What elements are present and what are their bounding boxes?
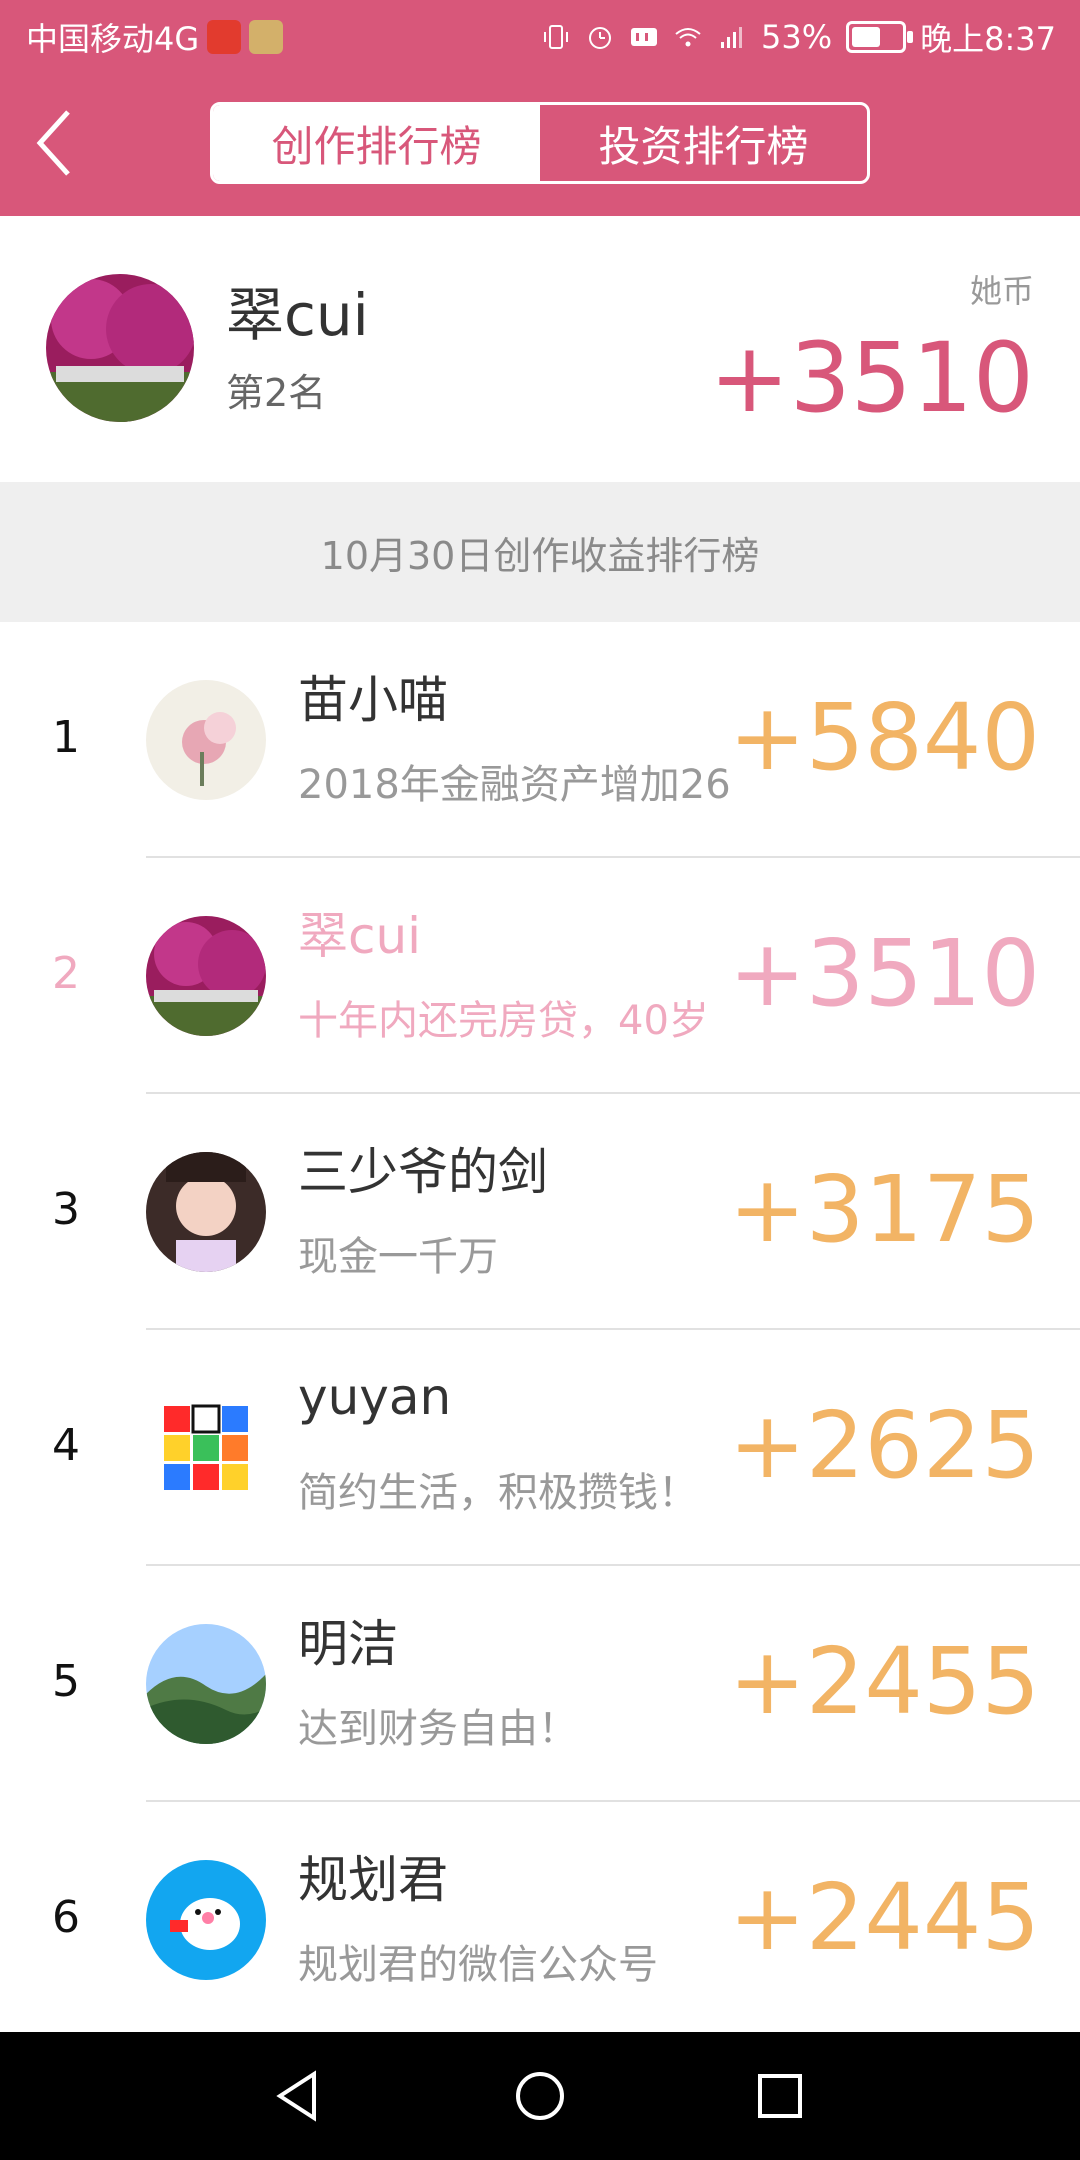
score: +2445: [728, 1864, 1040, 1971]
list-item[interactable]: 3 三少爷的剑 现金一千万 +3175: [0, 1094, 1080, 1330]
signal-icon: [721, 27, 742, 48]
vibrate-icon: [544, 25, 568, 49]
home-circle-icon[interactable]: [510, 2066, 570, 2126]
score: +3510: [728, 920, 1040, 1027]
alarm-icon: [589, 27, 611, 49]
ranking-list: 1 苗小喵 2018年金融资产增加26 +5840 2 翠cui 十年内还完房贷…: [0, 622, 1080, 2032]
list-item[interactable]: 4 yuyan 简约生活，积极攒钱！ +2625: [0, 1330, 1080, 1566]
score: +2455: [728, 1628, 1040, 1735]
avatar: [146, 1152, 266, 1272]
status-right: 53% 晚上8:37: [541, 14, 1056, 60]
user-name: 规划君: [298, 1851, 448, 1909]
news-app-icon: [207, 20, 242, 54]
recent-square-icon[interactable]: [750, 2066, 810, 2126]
user-name: 三少爷的剑: [298, 1143, 548, 1201]
list-item[interactable]: 2 翠cui 十年内还完房贷，40岁 +3510: [0, 858, 1080, 1094]
user-goal: 2018年金融资产增加26: [298, 762, 731, 808]
user-goal: 达到财务自由！: [298, 1706, 578, 1752]
top-bar: 中国移动4G 53% 晚上8:37 创作排行榜 投资排行榜: [0, 0, 1080, 216]
ranking-tabs: 创作排行榜 投资排行榜: [210, 102, 870, 184]
user-goal: 现金一千万: [298, 1234, 498, 1280]
carrier-text: 中国移动4G: [26, 20, 200, 58]
system-nav-bar: [0, 2032, 1080, 2160]
chevron-left-icon[interactable]: [34, 108, 74, 178]
avatar: [146, 916, 266, 1036]
user-name: yuyan: [298, 1368, 452, 1426]
currency-unit: 她币: [969, 272, 1034, 310]
user-goal: 十年内还完房贷，40岁: [298, 998, 709, 1044]
rank-index: 5: [52, 1656, 80, 1707]
tab-investment-ranking[interactable]: 投资排行榜: [540, 105, 867, 181]
user-name: 翠cui: [298, 907, 422, 965]
list-item[interactable]: 1 苗小喵 2018年金融资产增加26 +5840: [0, 622, 1080, 858]
my-rank-card: 翠cui 第2名 她币 +3510: [0, 216, 1080, 482]
user-goal: 规划君的微信公众号: [298, 1942, 658, 1988]
hd-icon: [631, 28, 657, 46]
avatar: [146, 1388, 266, 1508]
user-goal: 简约生活，积极攒钱！: [298, 1470, 698, 1516]
avatar[interactable]: [46, 274, 194, 422]
clock-text: 晚上8:37: [920, 20, 1056, 58]
rank-index: 2: [52, 948, 80, 999]
my-rank-text: 第2名: [226, 371, 327, 415]
status-bar: 中国移动4G 53% 晚上8:37: [0, 0, 1080, 74]
tab-creation-ranking[interactable]: 创作排行榜: [213, 105, 540, 181]
avatar: [146, 1860, 266, 1980]
status-left: 中国移动4G: [26, 14, 284, 60]
avatar: [146, 680, 266, 800]
rank-index: 3: [52, 1184, 80, 1235]
rank-index: 4: [52, 1420, 80, 1471]
back-triangle-icon[interactable]: [270, 2066, 330, 2126]
user-name: 苗小喵: [298, 671, 448, 729]
wifi-icon: [675, 28, 701, 47]
my-name: 翠cui: [226, 281, 369, 349]
section-title: 10月30日创作收益排行榜: [0, 482, 1080, 622]
app-badge-icon: [249, 20, 284, 54]
battery-percent: 53%: [761, 18, 833, 56]
list-item[interactable]: 6 规划君 规划君的微信公众号 +2445: [0, 1802, 1080, 2038]
user-name: 明洁: [298, 1615, 398, 1673]
score: +2625: [728, 1392, 1040, 1499]
my-score: +3510: [709, 322, 1034, 434]
avatar: [146, 1624, 266, 1744]
score: +5840: [728, 684, 1040, 791]
rank-index: 1: [52, 712, 80, 763]
score: +3175: [728, 1156, 1040, 1263]
battery-icon: [846, 21, 914, 53]
list-item[interactable]: 5 明洁 达到财务自由！ +2455: [0, 1566, 1080, 1802]
rank-index: 6: [52, 1892, 80, 1943]
